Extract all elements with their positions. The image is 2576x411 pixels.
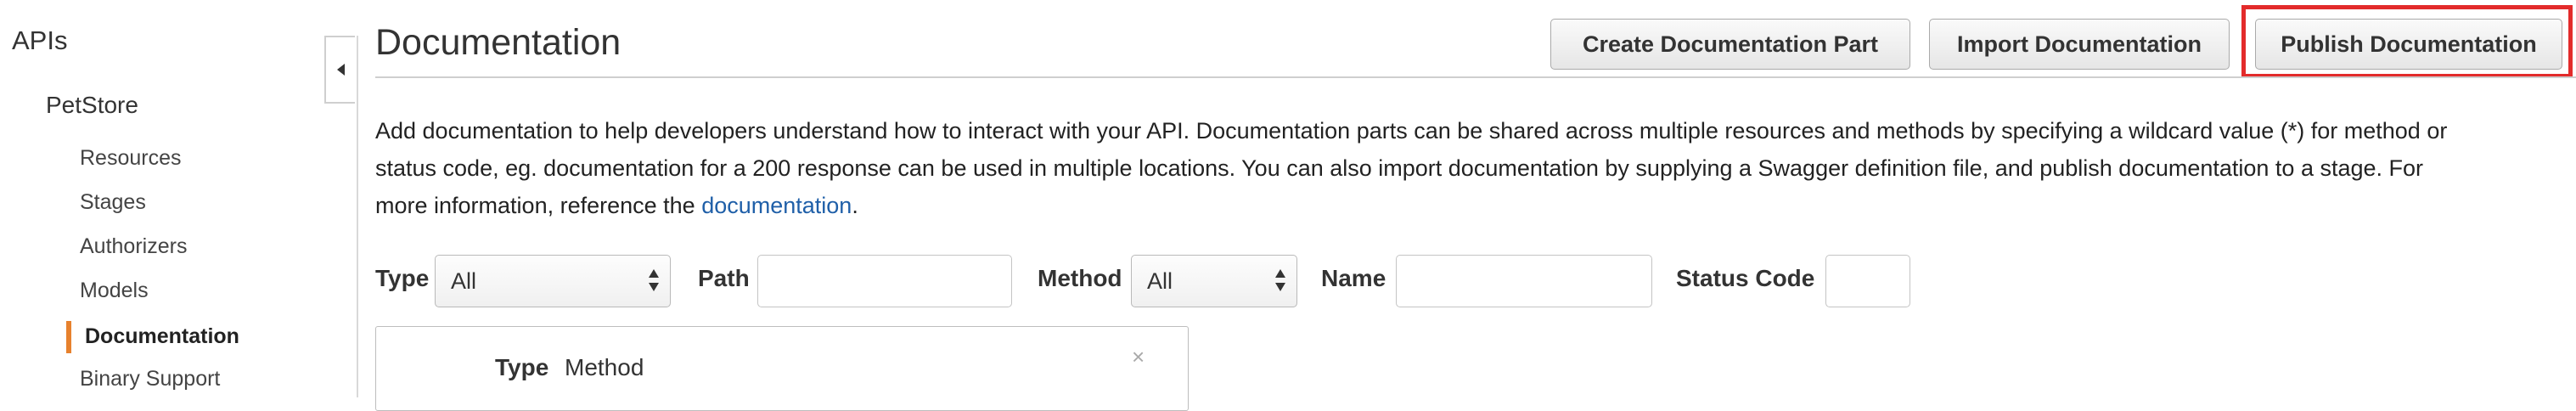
sidebar-api-name[interactable]: PetStore [46, 92, 138, 119]
sidebar-item-models[interactable]: Models [80, 279, 149, 303]
type-filter-select[interactable]: All [435, 255, 671, 307]
name-filter-label: Name [1321, 265, 1386, 291]
sidebar-item-stages[interactable]: Stages [80, 190, 146, 215]
name-filter-input[interactable] [1396, 255, 1652, 307]
sidebar-collapse-button[interactable] [324, 36, 355, 104]
documentation-part-card[interactable]: Type Method × [375, 326, 1189, 411]
card-type-value: Method [565, 354, 644, 380]
type-filter-value: All [451, 267, 477, 294]
sidebar-title[interactable]: APIs [12, 25, 67, 56]
sidebar-divider [357, 36, 358, 397]
status-code-filter-input[interactable] [1825, 255, 1910, 307]
close-icon[interactable]: × [1132, 344, 1145, 370]
path-filter-input[interactable] [757, 255, 1012, 307]
method-filter-select[interactable]: All [1131, 255, 1297, 307]
sidebar: APIs PetStore Resources Stages Authorize… [0, 0, 357, 397]
caret-left-icon [337, 64, 345, 76]
sidebar-item-documentation[interactable]: Documentation [85, 324, 239, 349]
select-arrows-icon [649, 269, 659, 291]
path-filter-label: Path [698, 265, 750, 291]
sidebar-item-binary-support[interactable]: Binary Support [80, 367, 220, 391]
card-type-label: Type [495, 354, 549, 380]
select-arrows-icon [1275, 269, 1285, 291]
publish-documentation-button[interactable]: Publish Documentation [2255, 19, 2562, 70]
description-text: Add documentation to help developers und… [375, 112, 2566, 224]
description-line-1: Add documentation to help developers und… [375, 118, 2448, 144]
create-documentation-part-button[interactable]: Create Documentation Part [1550, 19, 1910, 70]
description-line-3-suffix: . [852, 193, 858, 218]
import-documentation-button[interactable]: Import Documentation [1929, 19, 2230, 70]
type-filter-label: Type [375, 265, 430, 291]
method-filter-value: All [1147, 267, 1173, 294]
description-line-2: status code, eg. documentation for a 200… [375, 155, 2424, 181]
description-line-3-prefix: more information, reference the [375, 193, 702, 218]
header-divider [375, 76, 2576, 78]
status-code-filter-label: Status Code [1676, 265, 1815, 291]
sidebar-item-authorizers[interactable]: Authorizers [80, 234, 187, 259]
page-title: Documentation [375, 22, 622, 63]
documentation-link[interactable]: documentation [701, 193, 852, 218]
description-line-3: more information, reference the document… [375, 187, 2566, 224]
method-filter-label: Method [1038, 265, 1122, 291]
sidebar-active-indicator [66, 321, 71, 353]
sidebar-item-resources[interactable]: Resources [80, 146, 182, 171]
